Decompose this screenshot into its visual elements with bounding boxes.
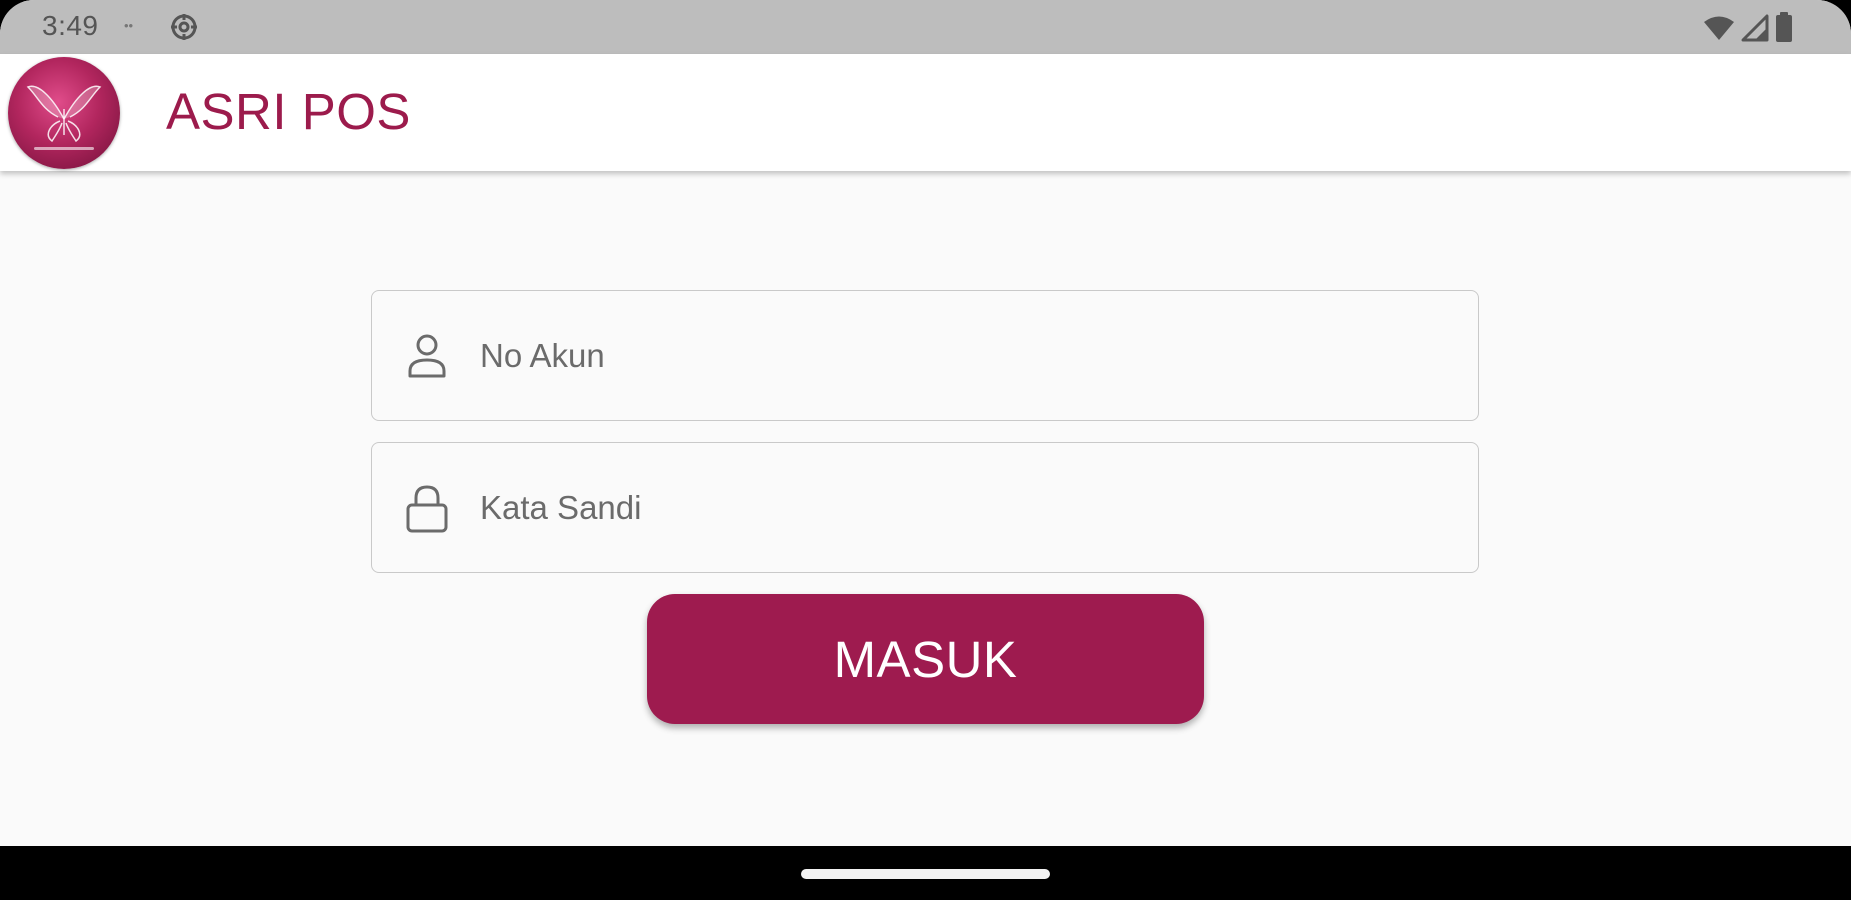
sync-settings-icon (171, 14, 197, 40)
app-title: ASRI POS (166, 83, 411, 140)
lock-icon (406, 485, 448, 533)
battery-icon (1776, 12, 1792, 42)
password-field[interactable] (371, 442, 1479, 573)
account-number-field[interactable] (371, 290, 1479, 421)
status-bar: 3:49 •• (0, 0, 1851, 54)
person-icon (408, 334, 446, 378)
app-bar: ASRI POS (0, 54, 1851, 171)
home-indicator[interactable] (801, 869, 1050, 879)
notification-dot-icon: •• (124, 18, 134, 33)
status-time: 3:49 (42, 10, 99, 41)
wifi-icon (1704, 16, 1734, 40)
butterfly-logo-icon (26, 85, 102, 150)
navigation-bar (0, 846, 1851, 900)
login-button[interactable]: MASUK (647, 594, 1204, 724)
password-input[interactable] (480, 443, 1440, 572)
account-number-input[interactable] (480, 291, 1440, 420)
app-screen: 3:49 •• ASRI POS No Akun MASUK (0, 0, 1851, 846)
cellular-signal-icon (1741, 14, 1769, 42)
app-logo (8, 57, 120, 169)
status-right-icons (1703, 12, 1793, 42)
